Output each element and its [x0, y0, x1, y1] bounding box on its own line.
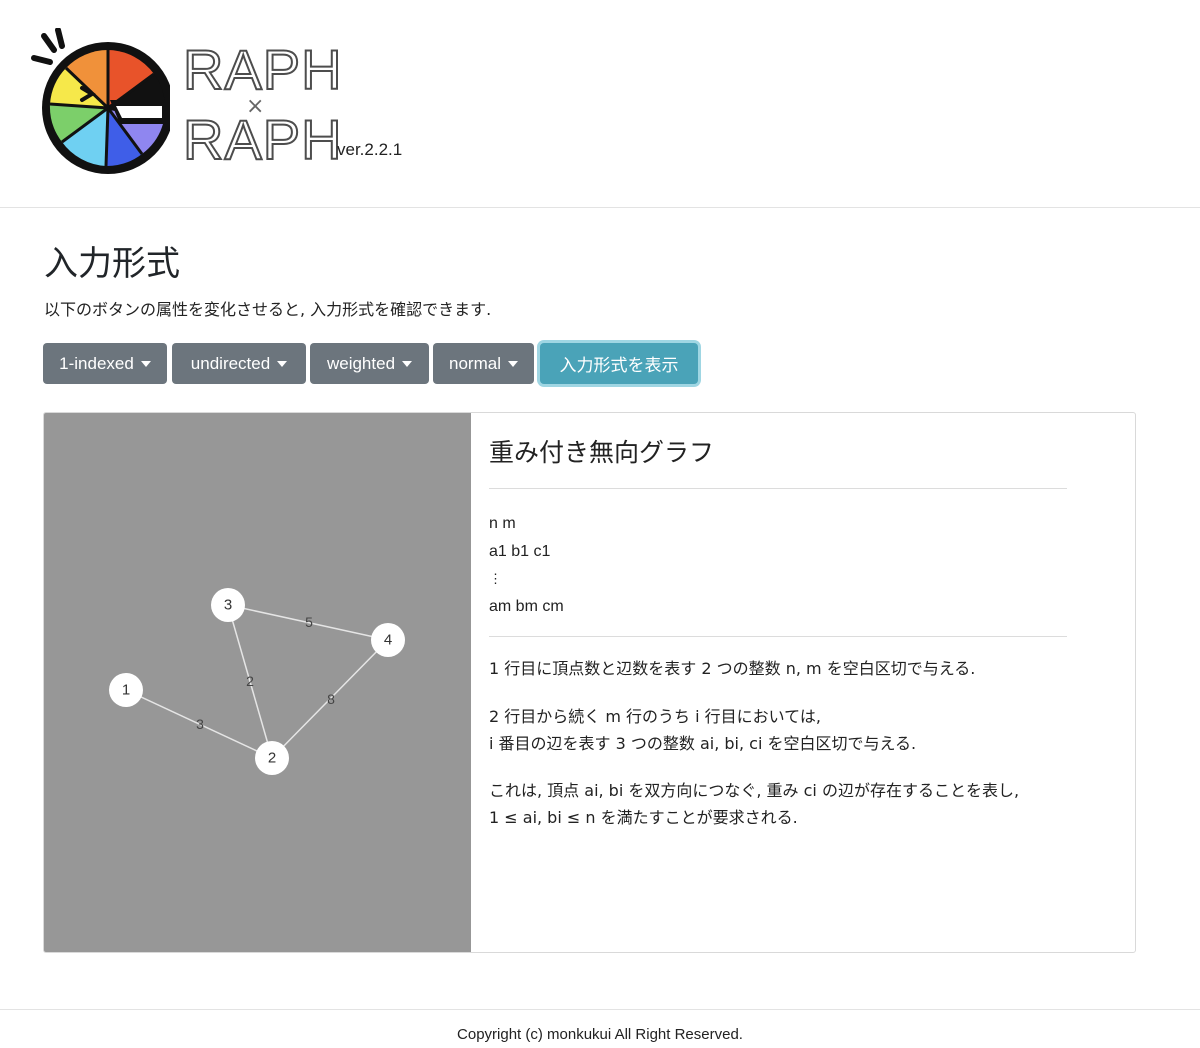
description-paragraph: 2 行目から続く m 行のうち i 行目においては,: [489, 707, 821, 726]
graph-node-label: 4: [384, 632, 392, 649]
page-title: 入力形式: [44, 244, 180, 284]
graph-x-graph-logo[interactable]: RAPH × RAPH: [30, 28, 343, 183]
graph-svg: 3 2 5 8 1 2 3 4: [109, 588, 405, 775]
caret-down-icon: [507, 361, 518, 367]
page-subtitle: 以下のボタンの属性を変化させると, 入力形式を確認できます.: [44, 300, 492, 319]
site-header: RAPH × RAPH ver.2.2.1: [0, 0, 1200, 208]
indexing-dropdown-button[interactable]: 1-indexed: [43, 343, 167, 384]
graph-node-label: 1: [122, 682, 130, 699]
format-line-ellipsis: ⋮: [489, 571, 502, 586]
logo-text-bottom: RAPH: [182, 108, 343, 171]
caret-down-icon: [140, 361, 151, 367]
graph-canvas[interactable]: 3 2 5 8 1 2 3 4: [44, 413, 471, 952]
edge-weight-label: 8: [327, 691, 335, 707]
graph-node[interactable]: 3: [211, 588, 245, 622]
format-card: 3 2 5 8 1 2 3 4 重み付き無向グラフ n m a1 b1 c1 ⋮…: [43, 412, 1136, 953]
graph-node[interactable]: 2: [255, 741, 289, 775]
description-paragraph: i 番目の辺を表す 3 つの整数 ai, bi, ci を空白区切で与える.: [489, 734, 917, 753]
edge-weight-label: 5: [305, 614, 313, 630]
description-paragraph: 1 行目に頂点数と辺数を表す 2 つの整数 n, m を空白区切で与える.: [489, 659, 976, 678]
caret-down-icon: [402, 361, 413, 367]
mode-dropdown-button[interactable]: normal: [433, 343, 534, 384]
description-paragraph: 1 ≤ ai, bi ≤ n を満たすことが要求される.: [489, 808, 798, 827]
weight-dropdown-label: weighted: [326, 353, 396, 373]
format-line: a1 b1 c1: [489, 542, 551, 560]
caret-down-icon: [277, 361, 288, 367]
show-format-button[interactable]: 入力形式を表示: [540, 343, 698, 384]
graph-type-title: 重み付き無向グラフ: [489, 438, 715, 467]
copyright-text: Copyright (c) monkukui All Right Reserve…: [457, 1026, 743, 1043]
format-line: am bm cm: [489, 597, 564, 615]
direction-dropdown-label: undirected: [190, 353, 271, 373]
logo-text-top: RAPH: [182, 38, 343, 101]
mode-dropdown-label: normal: [449, 353, 501, 373]
divider: [489, 636, 1067, 637]
graph-node-label: 3: [224, 597, 232, 614]
input-format-block: n m a1 b1 c1 ⋮ am bm cm: [489, 510, 564, 620]
graph-node-label: 2: [268, 750, 276, 767]
edge-weight-label: 2: [246, 673, 254, 689]
weight-dropdown-button[interactable]: weighted: [310, 343, 429, 384]
site-footer: Copyright (c) monkukui All Right Reserve…: [0, 1009, 1200, 1048]
format-line: n m: [489, 515, 516, 532]
version-label: ver.2.2.1: [337, 140, 403, 159]
graph-node[interactable]: 1: [109, 673, 143, 707]
graph-node[interactable]: 4: [371, 623, 405, 657]
description-paragraph: これは, 頂点 ai, bi を双方向につなぐ, 重み ci の辺が存在すること…: [489, 781, 1020, 800]
edge-weight-label: 3: [196, 716, 204, 732]
divider: [489, 488, 1067, 489]
indexing-dropdown-label: 1-indexed: [59, 353, 134, 373]
g-pie-logo-icon: [31, 28, 170, 174]
direction-dropdown-button[interactable]: undirected: [172, 343, 306, 384]
